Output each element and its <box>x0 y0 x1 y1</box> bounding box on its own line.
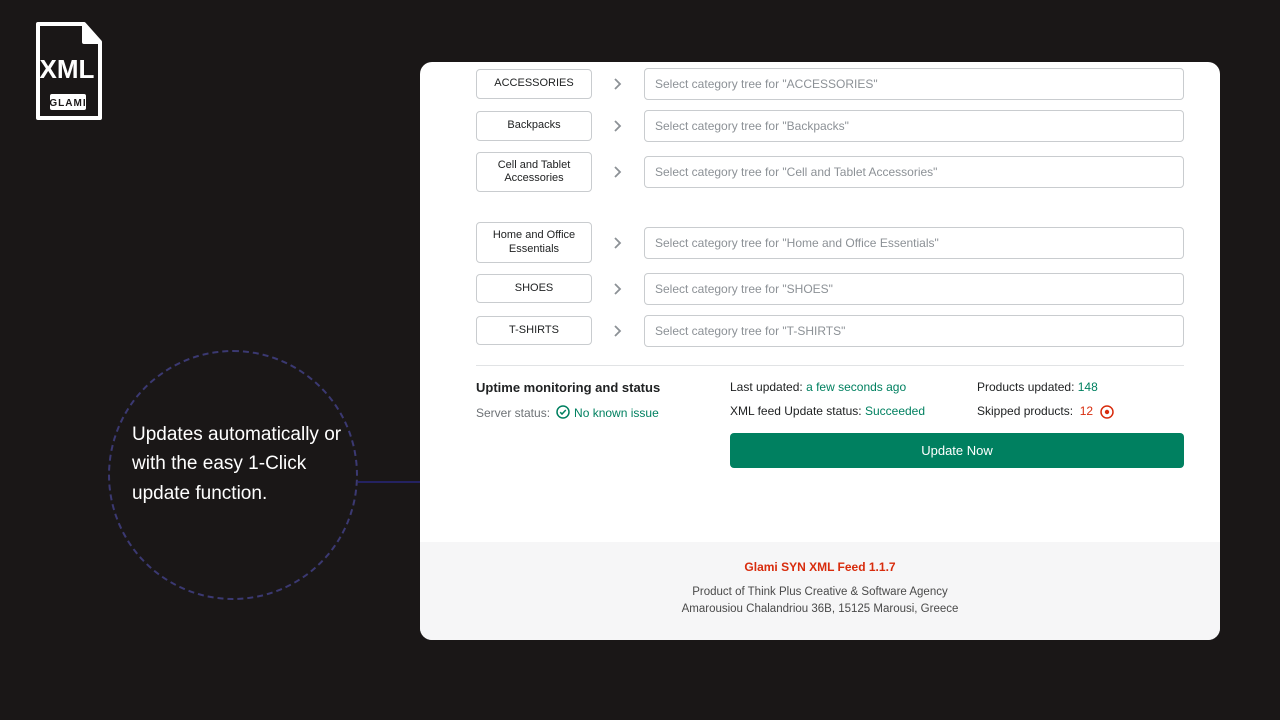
category-button[interactable]: Backpacks <box>476 111 592 140</box>
svg-text:XML: XML <box>40 54 95 84</box>
category-button[interactable]: ACCESSORIES <box>476 69 592 98</box>
footer-company: Product of Think Plus Creative & Softwar… <box>420 584 1220 601</box>
chevron-right-icon <box>604 237 632 249</box>
chevron-right-icon <box>604 325 632 337</box>
status-section: Uptime monitoring and status Server stat… <box>420 366 1220 468</box>
update-now-button[interactable]: Update Now <box>730 433 1184 468</box>
chevron-right-icon <box>604 166 632 178</box>
chevron-right-icon <box>604 120 632 132</box>
footer-address: Amarousiou Chalandriou 36B, 15125 Marous… <box>420 601 1220 618</box>
status-heading: Uptime monitoring and status <box>476 380 706 395</box>
category-row: Cell and Tablet Accessories <box>476 152 1184 192</box>
footer-title: Glami SYN XML Feed 1.1.7 <box>420 560 1220 574</box>
card-footer: Glami SYN XML Feed 1.1.7 Product of Thin… <box>420 542 1220 641</box>
category-row: ACCESSORIES <box>476 68 1184 100</box>
check-circle-icon <box>556 405 570 422</box>
category-tree-input[interactable] <box>644 315 1184 347</box>
category-button[interactable]: SHOES <box>476 274 592 303</box>
server-status-value: No known issue <box>574 406 659 420</box>
server-status: Server status: No known issue <box>476 405 706 422</box>
category-tree-input[interactable] <box>644 68 1184 100</box>
category-row: Backpacks <box>476 110 1184 142</box>
category-button[interactable]: Home and Office Essentials <box>476 222 592 262</box>
last-updated: Last updated: a few seconds ago <box>730 380 937 394</box>
category-row: SHOES <box>476 273 1184 305</box>
callout-text: Updates automatically or with the easy 1… <box>132 420 352 508</box>
category-button[interactable]: T-SHIRTS <box>476 316 592 345</box>
category-tree-input[interactable] <box>644 227 1184 259</box>
category-row: T-SHIRTS <box>476 315 1184 347</box>
category-tree-input[interactable] <box>644 110 1184 142</box>
xml-glami-logo: XML GLAMI <box>28 22 106 122</box>
eye-icon[interactable] <box>1100 405 1114 419</box>
category-button[interactable]: Cell and Tablet Accessories <box>476 152 592 192</box>
category-rows: ACCESSORIES Backpacks Cell and Tablet Acce… <box>420 62 1220 347</box>
category-tree-input[interactable] <box>644 273 1184 305</box>
chevron-right-icon <box>604 78 632 90</box>
svg-text:GLAMI: GLAMI <box>49 98 86 109</box>
settings-card: ACCESSORIES Backpacks Cell and Tablet Acce… <box>420 62 1220 640</box>
category-row: Home and Office Essentials <box>476 222 1184 262</box>
skipped-products: Skipped products: 12 <box>977 404 1184 419</box>
category-tree-input[interactable] <box>644 156 1184 188</box>
server-status-label: Server status: <box>476 406 550 420</box>
feed-status: XML feed Update status: Succeeded <box>730 404 937 418</box>
chevron-right-icon <box>604 283 632 295</box>
products-updated: Products updated: 148 <box>977 380 1184 394</box>
